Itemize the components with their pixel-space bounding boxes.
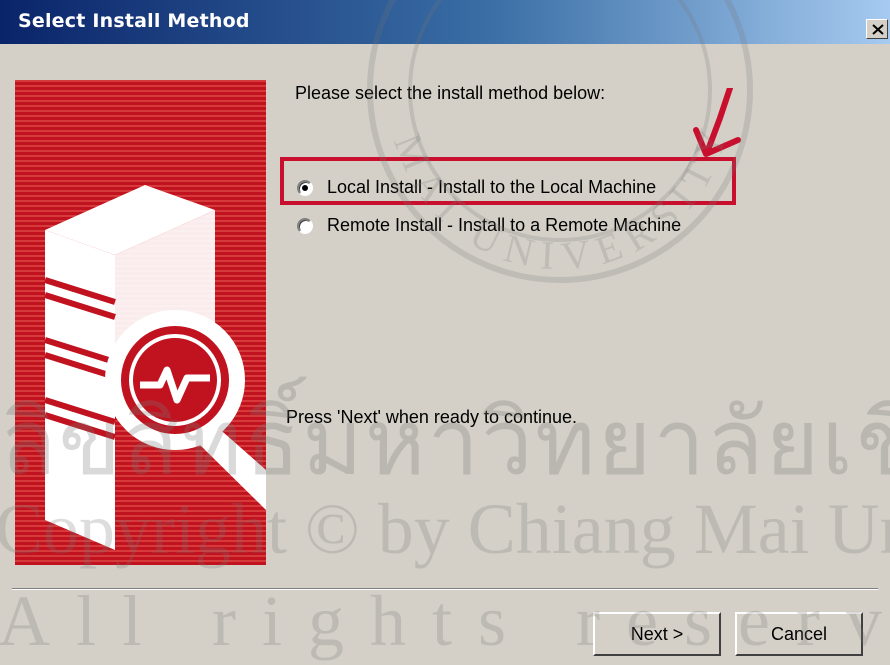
install-prompt: Please select the install method below: bbox=[295, 83, 606, 103]
radio-local-install[interactable]: Local Install - Install to the Local Mac… bbox=[297, 177, 656, 198]
continue-instruction: Press 'Next' when ready to continue. bbox=[286, 407, 578, 427]
next-button[interactable]: Next > bbox=[593, 612, 721, 656]
radio-selected-dot bbox=[302, 184, 308, 191]
close-button[interactable] bbox=[866, 19, 888, 39]
banner-image bbox=[15, 80, 266, 565]
separator-line bbox=[12, 588, 878, 590]
title-bar: Select Install Method bbox=[0, 0, 890, 44]
red-arrow-annotation bbox=[693, 88, 741, 157]
install-dialog: Select Install Method Please select the … bbox=[0, 0, 890, 665]
radio-remote-install[interactable]: Remote Install - Install to a Remote Mac… bbox=[297, 215, 681, 236]
dialog-title: Select Install Method bbox=[18, 10, 250, 32]
radio-button-remote[interactable] bbox=[297, 217, 313, 234]
radio-label-remote: Remote Install - Install to a Remote Mac… bbox=[327, 215, 682, 235]
radio-button-local[interactable] bbox=[297, 179, 313, 196]
cancel-button[interactable]: Cancel bbox=[735, 612, 863, 656]
radio-label-local: Local Install - Install to the Local Mac… bbox=[327, 177, 657, 197]
close-icon bbox=[872, 24, 884, 35]
server-monitor-icon bbox=[44, 185, 266, 550]
